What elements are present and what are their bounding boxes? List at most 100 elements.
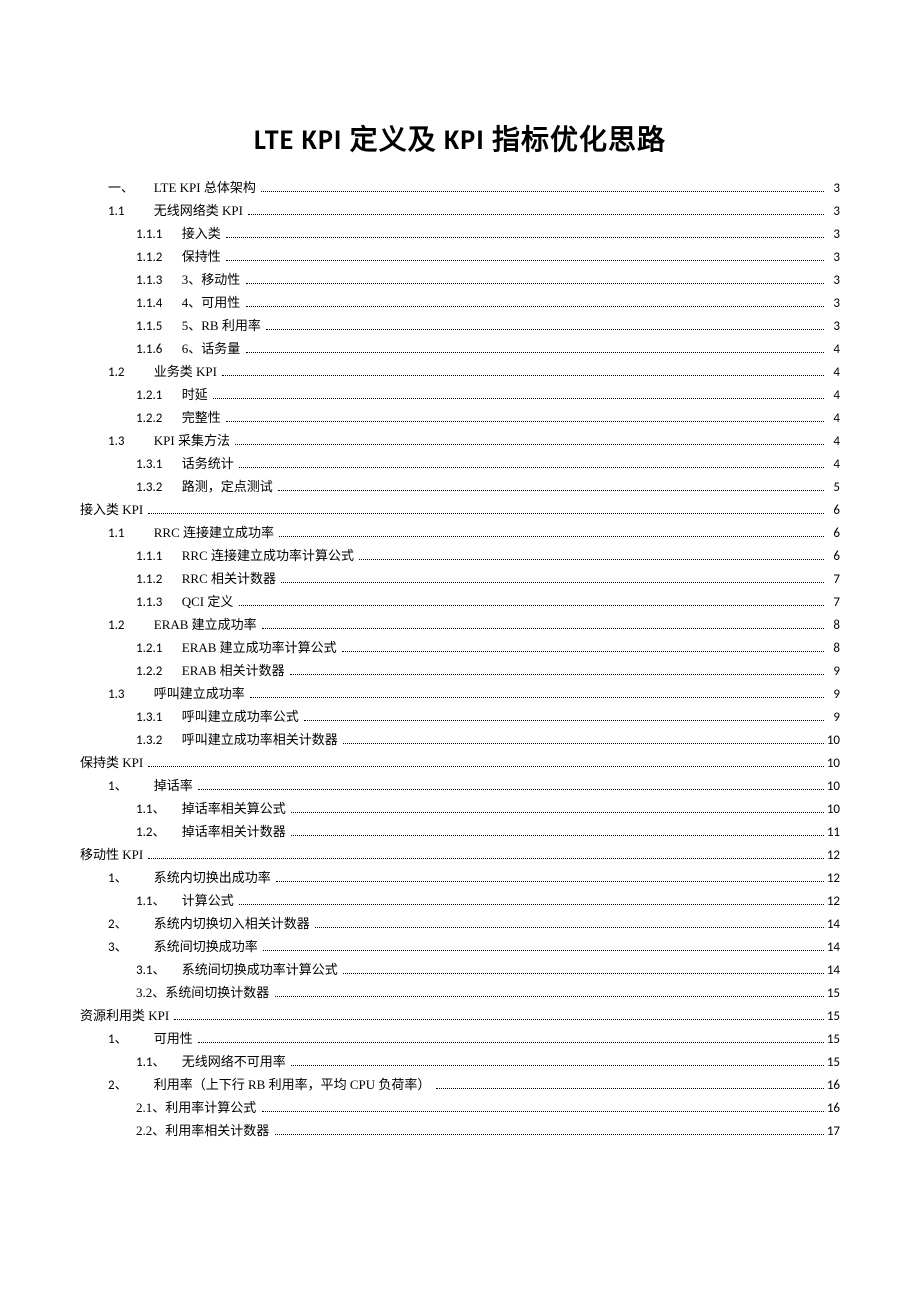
- toc-page-number: 8: [826, 642, 840, 655]
- toc-label: 时延: [182, 388, 208, 401]
- toc-leader-dots: [343, 742, 824, 744]
- toc-page-number: 12: [826, 895, 840, 908]
- toc-leader-dots: [226, 259, 824, 261]
- toc-entry[interactable]: 1.1.2 RRC 相关计数器 7: [80, 567, 840, 590]
- toc-number: 1.3.1: [136, 458, 172, 471]
- toc-entry[interactable]: 1.3 呼叫建立成功率 9: [80, 682, 840, 705]
- toc-entry[interactable]: 1.1.2 保持性 3: [80, 245, 840, 268]
- toc-leader-dots: [275, 1133, 824, 1135]
- toc-entry[interactable]: 1.1.6 6、话务量 4: [80, 337, 840, 360]
- toc-entry[interactable]: 1.3.1 话务统计 4: [80, 452, 840, 475]
- toc-page-number: 3: [826, 274, 840, 287]
- toc-page-number: 9: [826, 665, 840, 678]
- toc-page-number: 4: [826, 343, 840, 356]
- toc-entry[interactable]: 资源利用类 KPI 15: [80, 1004, 840, 1027]
- toc-entry[interactable]: 2.2、利用率相关计数器 17: [80, 1119, 840, 1142]
- toc-entry[interactable]: 接入类 KPI 6: [80, 498, 840, 521]
- toc-label: 系统内切换切入相关计数器: [154, 917, 310, 930]
- toc-entry[interactable]: 1.2.2 ERAB 相关计数器 9: [80, 659, 840, 682]
- toc-entry[interactable]: 1.2 ERAB 建立成功率 8: [80, 613, 840, 636]
- toc-leader-dots: [174, 1018, 824, 1020]
- toc-page-number: 15: [826, 987, 840, 1000]
- toc-leader-dots: [291, 834, 824, 836]
- toc-entry[interactable]: 1.3.2 路测，定点测试 5: [80, 475, 840, 498]
- toc-entry[interactable]: 1.3.2 呼叫建立成功率相关计数器 10: [80, 728, 840, 751]
- toc-entry[interactable]: 移动性 KPI 12: [80, 843, 840, 866]
- toc-page-number: 8: [826, 619, 840, 632]
- toc-label: 接入类: [182, 227, 221, 240]
- toc-leader-dots: [246, 351, 824, 353]
- toc-label: 4、可用性: [182, 296, 241, 309]
- toc-entry[interactable]: 1.3 KPI 采集方法 4: [80, 429, 840, 452]
- toc-number: 1.1: [108, 527, 144, 540]
- toc-page-number: 9: [826, 711, 840, 724]
- toc-entry[interactable]: 3.1、 系统间切换成功率计算公式 14: [80, 958, 840, 981]
- toc-page-number: 3: [826, 320, 840, 333]
- toc-entry[interactable]: 3.2、系统间切换计数器 15: [80, 981, 840, 1004]
- toc-label: 业务类 KPI: [154, 365, 217, 378]
- toc-entry[interactable]: 2、 利用率（上下行 RB 利用率，平均 CPU 负荷率） 16: [80, 1073, 840, 1096]
- toc-entry[interactable]: 3、 系统间切换成功率 14: [80, 935, 840, 958]
- toc-page-number: 11: [826, 826, 840, 839]
- toc-page-number: 15: [826, 1033, 840, 1046]
- toc-label: 系统间切换成功率: [154, 940, 258, 953]
- toc-entry[interactable]: 2.1、利用率计算公式 16: [80, 1096, 840, 1119]
- toc-entry[interactable]: 2、 系统内切换切入相关计数器 14: [80, 912, 840, 935]
- toc-entry[interactable]: 1.1 无线网络类 KPI 3: [80, 199, 840, 222]
- toc-entry[interactable]: 1、 掉话率 10: [80, 774, 840, 797]
- toc-page-number: 4: [826, 412, 840, 425]
- toc-leader-dots: [290, 673, 824, 675]
- toc-page-number: 7: [826, 596, 840, 609]
- toc-number: 2、: [108, 1079, 144, 1092]
- toc-page-number: 10: [826, 780, 840, 793]
- table-of-contents: 一、 LTE KPI 总体架构 31.1 无线网络类 KPI 31.1.1 接入…: [80, 176, 840, 1142]
- toc-number: 1.1.4: [136, 297, 172, 310]
- toc-entry[interactable]: 1.1、 计算公式 12: [80, 889, 840, 912]
- toc-entry[interactable]: 1.3.1 呼叫建立成功率公式 9: [80, 705, 840, 728]
- toc-label: 利用率（上下行 RB 利用率，平均 CPU 负荷率）: [154, 1078, 431, 1091]
- toc-leader-dots: [222, 374, 824, 376]
- toc-leader-dots: [226, 236, 824, 238]
- toc-entry[interactable]: 一、 LTE KPI 总体架构 3: [80, 176, 840, 199]
- toc-entry[interactable]: 1、 可用性 15: [80, 1027, 840, 1050]
- toc-leader-dots: [278, 489, 824, 491]
- toc-entry[interactable]: 1.2.1 时延 4: [80, 383, 840, 406]
- toc-label: 呼叫建立成功率相关计数器: [182, 733, 338, 746]
- toc-number: 1.1.3: [136, 274, 172, 287]
- toc-page-number: 14: [826, 918, 840, 931]
- toc-number: 一、: [108, 182, 144, 195]
- toc-entry[interactable]: 1、 系统内切换出成功率 12: [80, 866, 840, 889]
- toc-entry[interactable]: 1.2.2 完整性 4: [80, 406, 840, 429]
- toc-entry[interactable]: 1.1、 无线网络不可用率 15: [80, 1050, 840, 1073]
- toc-entry[interactable]: 1.2、 掉话率相关计数器 11: [80, 820, 840, 843]
- toc-entry[interactable]: 1.1.5 5、RB 利用率 3: [80, 314, 840, 337]
- toc-leader-dots: [239, 466, 824, 468]
- toc-label: 移动性 KPI: [80, 848, 143, 861]
- toc-label: 6、话务量: [182, 342, 241, 355]
- toc-entry[interactable]: 1.1.4 4、可用性 3: [80, 291, 840, 314]
- toc-entry[interactable]: 保持类 KPI 10: [80, 751, 840, 774]
- toc-label: 保持类 KPI: [80, 756, 143, 769]
- toc-page-number: 12: [826, 849, 840, 862]
- toc-entry[interactable]: 1.2 业务类 KPI 4: [80, 360, 840, 383]
- toc-number: 1.1: [108, 205, 144, 218]
- toc-page-number: 6: [826, 527, 840, 540]
- toc-entry[interactable]: 1.1.3 3、移动性 3: [80, 268, 840, 291]
- toc-leader-dots: [281, 581, 824, 583]
- toc-leader-dots: [246, 305, 824, 307]
- toc-entry[interactable]: 1.1、 掉话率相关算公式 10: [80, 797, 840, 820]
- toc-label: RRC 连接建立成功率: [154, 526, 274, 539]
- toc-entry[interactable]: 1.1.1 接入类 3: [80, 222, 840, 245]
- toc-label: 保持性: [182, 250, 221, 263]
- toc-entry[interactable]: 1.1 RRC 连接建立成功率 6: [80, 521, 840, 544]
- toc-entry[interactable]: 1.1.1 RRC 连接建立成功率计算公式 6: [80, 544, 840, 567]
- toc-label: 无线网络类 KPI: [154, 204, 243, 217]
- toc-label: ERAB 建立成功率计算公式: [182, 641, 337, 654]
- toc-page-number: 4: [826, 435, 840, 448]
- toc-entry[interactable]: 1.1.3 QCI 定义 7: [80, 590, 840, 613]
- toc-label: RRC 相关计数器: [182, 572, 276, 585]
- toc-leader-dots: [359, 558, 824, 560]
- toc-number: 2、: [108, 918, 144, 931]
- toc-entry[interactable]: 1.2.1 ERAB 建立成功率计算公式 8: [80, 636, 840, 659]
- page-title: LTE KPI 定义及 KPI 指标优化思路: [80, 118, 840, 158]
